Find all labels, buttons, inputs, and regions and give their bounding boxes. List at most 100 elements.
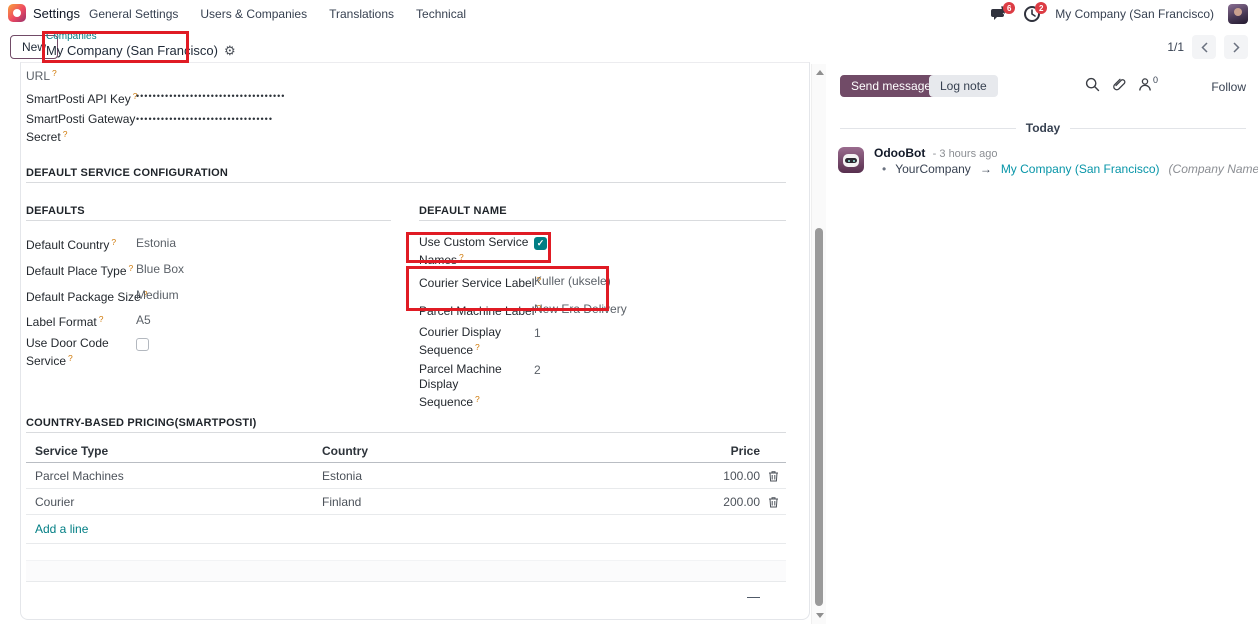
cell-country[interactable]: Estonia <box>322 469 640 483</box>
messages-badge: 6 <box>1003 2 1015 14</box>
tracking-field-name: (Company Name) <box>1169 162 1258 176</box>
odoo-settings-screen: Settings General Settings Users & Compan… <box>0 0 1258 626</box>
followers-icon[interactable]: 0 <box>1138 77 1158 92</box>
cell-country[interactable]: Finland <box>322 495 640 509</box>
default-place-type-field[interactable]: Blue Box <box>136 262 184 276</box>
app-menu: General Settings Users & Companies Trans… <box>89 0 466 28</box>
chatter-toolbar: 0 <box>1085 77 1158 92</box>
column-header-service-type[interactable]: Service Type <box>26 444 322 458</box>
attachment-icon[interactable] <box>1112 77 1126 92</box>
field-label-use-door-code: Use Door Code Service? <box>26 336 136 369</box>
help-icon: ? <box>68 353 73 363</box>
form-sheet: URL? SmartPosti API Key? •••••••••••••••… <box>20 62 810 620</box>
odoobot-avatar <box>838 147 864 173</box>
pricing-table-empty-row <box>26 561 786 582</box>
label-format-field[interactable]: A5 <box>136 313 151 327</box>
field-label-courier-service-label: Courier Service Label? <box>419 273 541 291</box>
section-default-name: DEFAULT NAME <box>419 205 507 217</box>
search-messages-icon[interactable] <box>1085 77 1100 92</box>
follow-button[interactable]: Follow <box>1211 80 1246 94</box>
gear-icon[interactable]: ⚙ <box>224 44 236 57</box>
delete-row-icon[interactable] <box>760 470 786 482</box>
pricing-table-row[interactable]: Parcel Machines Estonia 100.00 <box>26 463 786 489</box>
field-label-default-place-type: Default Place Type? <box>26 261 133 279</box>
odoo-apps-icon[interactable] <box>8 4 26 22</box>
help-icon: ? <box>111 237 116 247</box>
control-panel: New Companies My Company (San Francisco)… <box>0 28 1258 62</box>
add-a-line-link[interactable]: Add a line <box>26 522 88 536</box>
pager-next-button[interactable] <box>1224 35 1248 59</box>
field-label-gateway-secret: SmartPosti Gateway Secret? <box>26 112 136 145</box>
menu-general-settings[interactable]: General Settings <box>89 7 178 21</box>
courier-service-label-field[interactable]: Kuller (uksele) <box>534 274 611 288</box>
help-icon: ? <box>475 342 480 352</box>
section-default-service-configuration: DEFAULT SERVICE CONFIGURATION <box>26 167 228 179</box>
message-author[interactable]: OdooBot <box>874 146 925 160</box>
bullet: • <box>882 162 886 176</box>
messages-icon[interactable]: 6 <box>991 5 1009 23</box>
help-icon: ? <box>99 314 104 324</box>
parcel-machine-label-field[interactable]: New Era Delivery <box>534 302 627 316</box>
price-sum-placeholder: — <box>640 589 760 604</box>
use-custom-service-names-checkbox[interactable]: ✓ <box>534 237 547 250</box>
followers-count: 0 <box>1153 75 1158 85</box>
cell-price[interactable]: 100.00 <box>640 469 760 483</box>
activities-badge: 2 <box>1035 2 1047 14</box>
gateway-secret-field[interactable]: ••••••••••••••••••••••••••••••••• <box>136 114 273 124</box>
scroll-down-arrow[interactable] <box>816 613 824 618</box>
field-label-default-country: Default Country? <box>26 235 116 253</box>
field-label-default-package-size: Default Package Size? <box>26 287 147 305</box>
help-icon: ? <box>459 252 464 262</box>
column-header-country[interactable]: Country <box>322 444 640 458</box>
chatter-panel: Send message Log note 0 Follow Today <box>832 62 1258 626</box>
default-package-size-field[interactable]: Medium <box>136 288 179 302</box>
default-country-field[interactable]: Estonia <box>136 236 176 250</box>
divider <box>419 220 786 221</box>
divider <box>26 220 391 221</box>
courier-display-sequence-field[interactable]: 1 <box>534 326 541 340</box>
activities-icon[interactable]: 2 <box>1023 5 1041 23</box>
field-label-use-custom-service-names: Use Custom Service Names? <box>419 235 531 268</box>
menu-users-companies[interactable]: Users & Companies <box>200 7 307 21</box>
field-label-courier-display-sequence: Courier Display Sequence? <box>419 325 531 358</box>
tracking-new-value[interactable]: My Company (San Francisco) <box>1001 162 1160 176</box>
pricing-table-row[interactable]: Courier Finland 200.00 <box>26 489 786 515</box>
vertical-scrollbar[interactable] <box>811 64 826 624</box>
pricing-table-empty-row <box>26 544 786 561</box>
delete-row-icon[interactable] <box>760 496 786 508</box>
breadcrumb-current-record: My Company (San Francisco) <box>46 44 218 57</box>
parcel-machine-display-sequence-field[interactable]: 2 <box>534 363 541 377</box>
api-key-field[interactable]: •••••••••••••••••••••••••••••••••••• <box>136 91 285 101</box>
cell-service-type[interactable]: Courier <box>26 495 322 509</box>
column-header-price[interactable]: Price <box>640 444 760 458</box>
log-note-button[interactable]: Log note <box>929 75 998 97</box>
pager-previous-button[interactable] <box>1192 35 1216 59</box>
app-name[interactable]: Settings <box>33 6 80 21</box>
pricing-table-add-row: Add a line <box>26 515 786 544</box>
pager: 1/1 <box>1167 35 1248 59</box>
cell-service-type[interactable]: Parcel Machines <box>26 469 322 483</box>
cell-price[interactable]: 200.00 <box>640 495 760 509</box>
user-avatar[interactable] <box>1228 4 1248 24</box>
field-label-api-key: SmartPosti API Key? <box>26 89 137 107</box>
arrow-right-icon: → <box>980 162 992 176</box>
app-switcher[interactable]: Settings <box>8 4 80 22</box>
tracking-old-value: YourCompany <box>895 162 971 176</box>
field-label-parcel-machine-label: Parcel Machine Label? <box>419 301 541 319</box>
menu-technical[interactable]: Technical <box>416 7 466 21</box>
scroll-up-arrow[interactable] <box>816 70 824 75</box>
send-message-button[interactable]: Send message <box>840 75 942 97</box>
breadcrumb-companies-link[interactable]: Companies <box>46 32 236 42</box>
divider <box>26 432 786 433</box>
tracking-change-line: • YourCompany → My Company (San Francisc… <box>882 162 1258 176</box>
divider <box>26 182 786 183</box>
section-defaults: DEFAULTS <box>26 205 85 217</box>
scrollbar-thumb[interactable] <box>815 228 823 606</box>
date-divider: Today <box>840 121 1246 135</box>
breadcrumb: Companies My Company (San Francisco) ⚙ <box>46 32 236 57</box>
top-navbar: Settings General Settings Users & Compan… <box>0 0 1258 28</box>
company-switcher[interactable]: My Company (San Francisco) <box>1055 7 1214 21</box>
menu-translations[interactable]: Translations <box>329 7 394 21</box>
use-door-code-checkbox[interactable] <box>136 338 149 351</box>
field-label-url: URL? <box>26 66 57 84</box>
